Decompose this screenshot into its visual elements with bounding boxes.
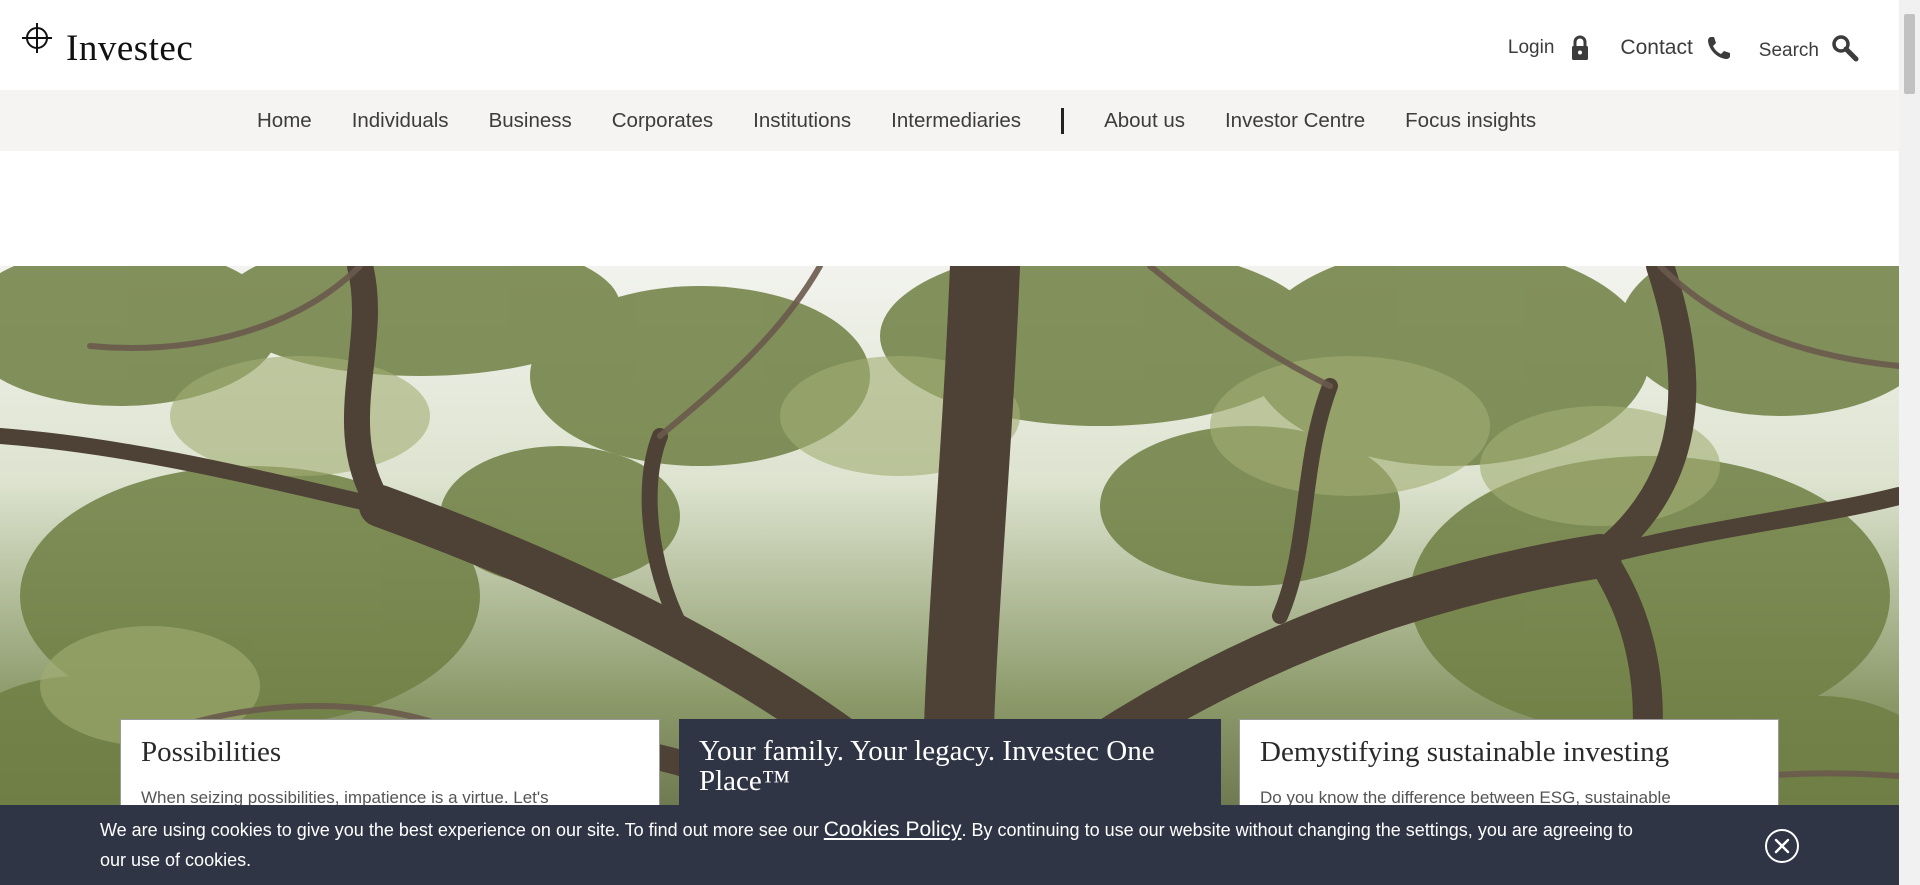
nav-item-focus-insights[interactable]: Focus insights [1405,109,1536,133]
card-title: Possibilities [141,736,282,768]
lock-icon [1572,35,1589,60]
phone-icon [1707,37,1730,59]
search-icon [1832,35,1859,62]
nav-item-institutions[interactable]: Institutions [753,109,851,133]
nav-item-home[interactable]: Home [257,109,312,133]
nav-item-investor-centre[interactable]: Investor Centre [1225,109,1365,133]
crosshair-logo-icon [22,23,52,53]
page: Investec Login Contact Search Home Indiv… [0,0,1920,885]
cookie-banner: We are using cookies to give you the bes… [0,805,1899,885]
contact-label: Contact [1620,36,1693,59]
scrollbar-thumb[interactable] [1904,14,1915,94]
nav-item-business[interactable]: Business [489,109,572,133]
nav-divider [1061,107,1065,134]
nav-item-individuals[interactable]: Individuals [352,109,449,133]
login-link[interactable]: Login [1508,34,1595,62]
investec-logo[interactable]: Investec [20,22,193,67]
nav-item-intermediaries[interactable]: Intermediaries [891,109,1021,133]
cookie-close-button[interactable] [1765,829,1799,863]
card-title: Demystifying sustainable investing [1260,736,1670,768]
nav-item-corporates[interactable]: Corporates [612,109,713,133]
main-navigation: Home Individuals Business Corporates Ins… [0,90,1899,151]
header: Investec Login Contact Search [0,0,1899,90]
brand-name: Investec [66,28,194,69]
search-link[interactable]: Search [1759,34,1859,62]
card-title: Your family. Your legacy. Investec One P… [699,735,1155,797]
login-label: Login [1507,37,1555,58]
cookie-message: We are using cookies to give you the bes… [100,815,1640,875]
cookie-text-start: We are using cookies to give you the bes… [100,820,824,840]
page-scrollbar[interactable] [1899,0,1920,885]
contact-link[interactable]: Contact [1620,34,1732,62]
cookies-policy-link[interactable]: Cookies Policy [824,818,962,841]
utility-links: Login Contact Search [1508,34,1859,62]
close-icon [1774,838,1790,854]
nav-item-about-us[interactable]: About us [1104,109,1185,133]
search-label: Search [1758,40,1819,61]
